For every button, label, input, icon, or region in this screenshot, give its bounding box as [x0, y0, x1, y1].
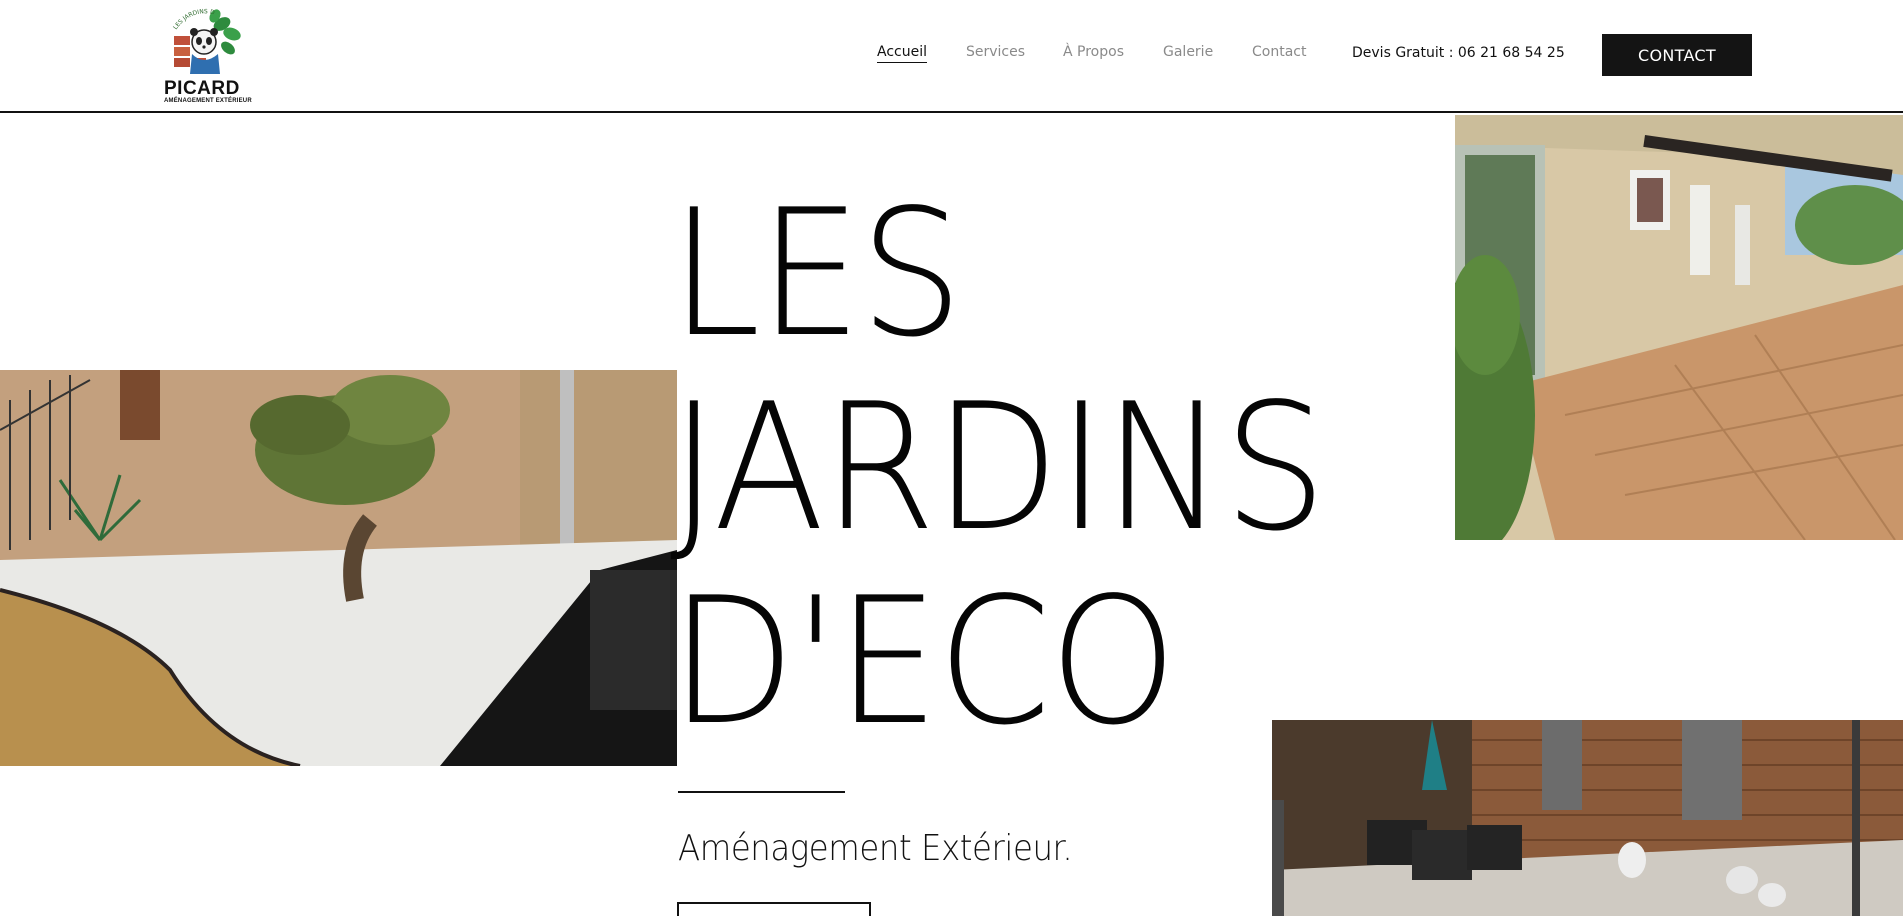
hero-divider [678, 791, 845, 793]
garden-white-pebbles-olive-tree-photo [0, 370, 677, 766]
contact-button[interactable]: CONTACT [1602, 34, 1752, 76]
nav-item-a-propos[interactable]: À Propos [1063, 44, 1124, 60]
hero-subtitle: Aménagement Extérieur. [678, 828, 1073, 869]
wooden-facade-patio-furniture-photo [1272, 720, 1903, 916]
nav-item-accueil[interactable]: Accueil [877, 44, 927, 63]
stone-house-tiled-terrace-photo [1455, 115, 1903, 540]
logo-name: PICARD [164, 78, 240, 99]
logo-arc-text: LES JARDINS D'ECO [158, 1, 216, 31]
svg-text:LES JARDINS D'ECO: LES JARDINS D'ECO [160, 6, 216, 31]
site-header: LES JARDINS D'ECO PICARD AMÉNAGEMENT EXT… [0, 0, 1903, 113]
logo-tagline: AMÉNAGEMENT EXTÉRIEUR [164, 98, 252, 104]
hero-title: LES JARDINS D'ECO [670, 173, 1327, 764]
nav-item-services[interactable]: Services [966, 44, 1025, 60]
hero-cta-button[interactable] [677, 902, 871, 916]
devis-phone-link[interactable]: Devis Gratuit : 06 21 68 54 25 [1352, 45, 1565, 61]
nav-item-galerie[interactable]: Galerie [1163, 44, 1213, 60]
nav-item-contact[interactable]: Contact [1252, 44, 1306, 60]
